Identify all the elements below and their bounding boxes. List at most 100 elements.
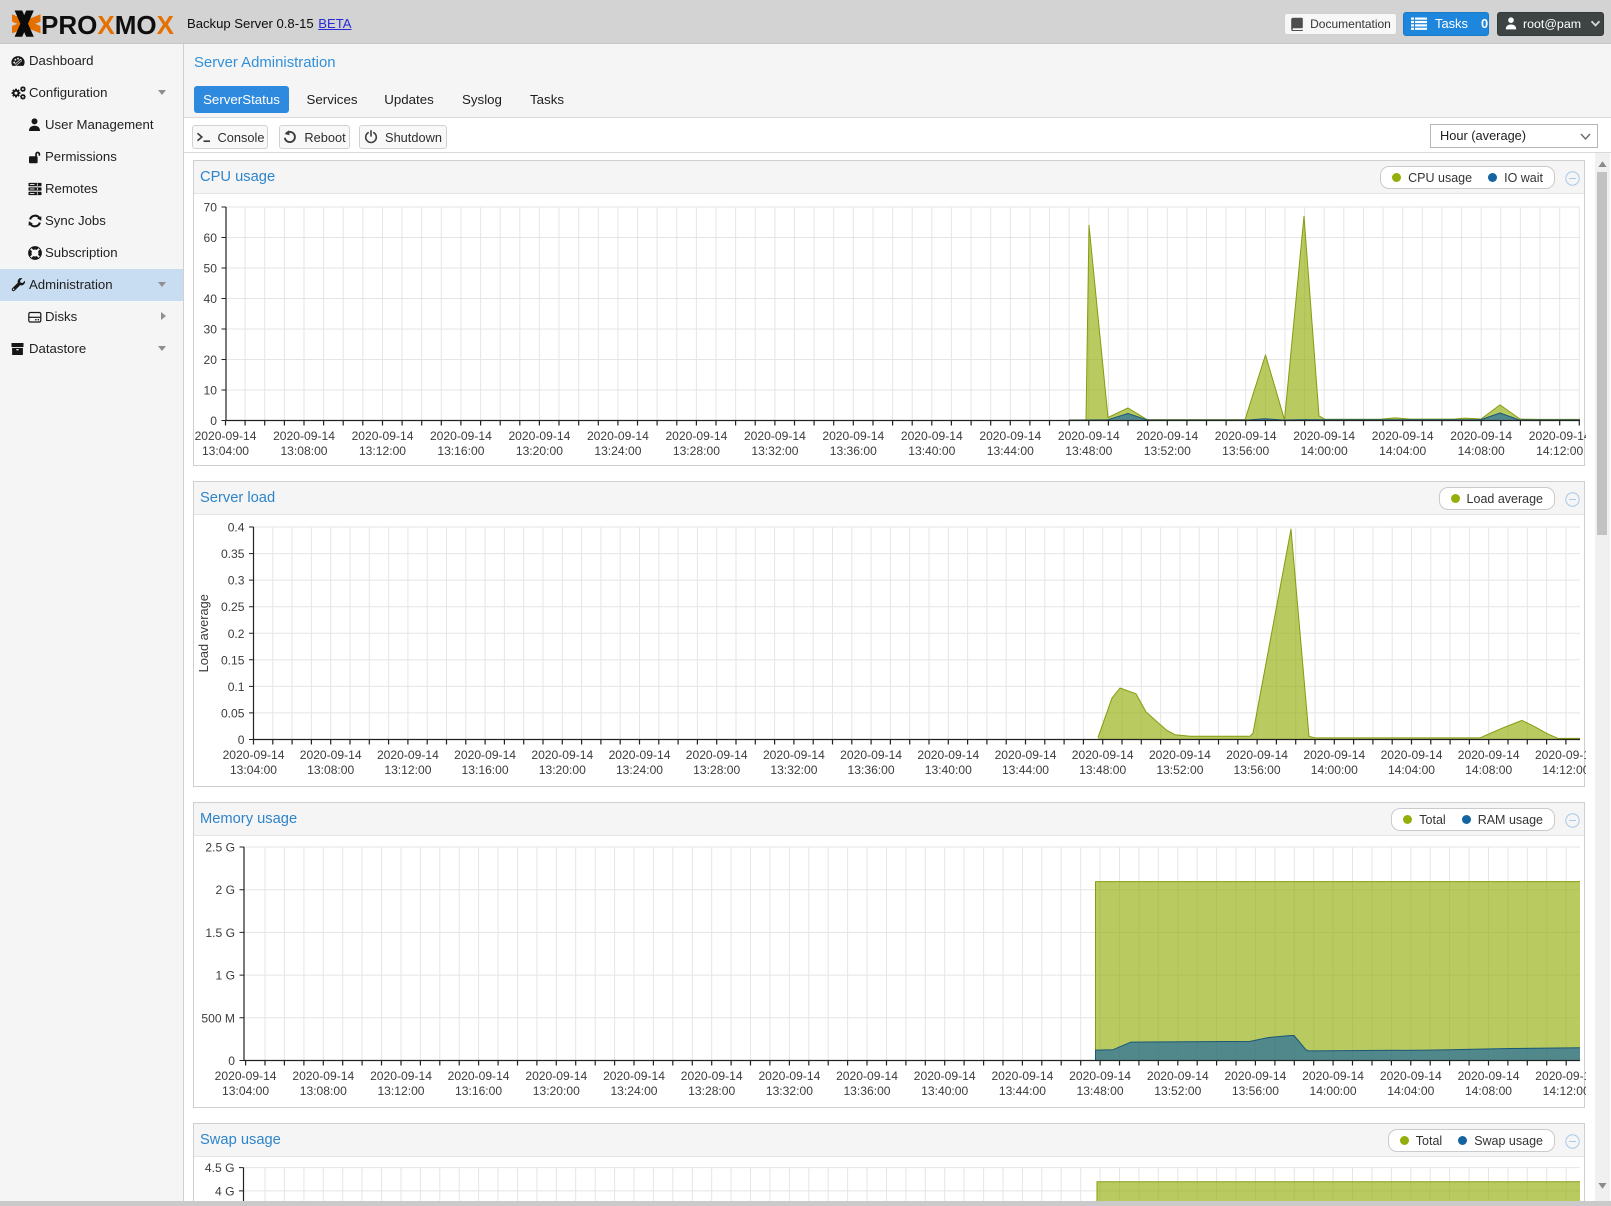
svg-text:0: 0 [238, 733, 245, 747]
svg-text:2020-09-14: 2020-09-14 [1303, 748, 1365, 762]
svg-text:2020-09-14: 2020-09-14 [979, 429, 1041, 443]
svg-text:20: 20 [204, 353, 218, 367]
svg-text:13:52:00: 13:52:00 [1156, 763, 1203, 777]
svg-text:2020-09-14: 2020-09-14 [603, 1069, 665, 1083]
svg-text:2020-09-14: 2020-09-14 [995, 748, 1057, 762]
svg-text:2020-09-14: 2020-09-14 [195, 429, 257, 443]
svg-text:13:32:00: 13:32:00 [766, 1084, 813, 1098]
svg-text:13:48:00: 13:48:00 [1079, 763, 1126, 777]
svg-text:4.5 G: 4.5 G [205, 1161, 235, 1175]
svg-text:0: 0 [210, 414, 217, 428]
svg-text:13:56:00: 13:56:00 [1234, 763, 1281, 777]
svg-text:Load average: Load average [196, 594, 211, 672]
svg-text:4 G: 4 G [215, 1184, 235, 1198]
svg-text:13:04:00: 13:04:00 [230, 763, 277, 777]
svg-text:10: 10 [204, 384, 218, 398]
svg-text:13:52:00: 13:52:00 [1154, 1084, 1201, 1098]
svg-text:2020-09-14: 2020-09-14 [215, 1069, 277, 1083]
svg-text:2020-09-14: 2020-09-14 [665, 429, 727, 443]
svg-text:2020-09-14: 2020-09-14 [914, 1069, 976, 1083]
svg-text:2020-09-14: 2020-09-14 [1458, 1069, 1520, 1083]
svg-text:2020-09-14: 2020-09-14 [822, 429, 884, 443]
svg-text:13:12:00: 13:12:00 [377, 1084, 424, 1098]
svg-text:500 M: 500 M [201, 1011, 235, 1025]
svg-text:2020-09-14: 2020-09-14 [448, 1069, 510, 1083]
svg-text:2020-09-14: 2020-09-14 [508, 429, 570, 443]
svg-text:2020-09-14: 2020-09-14 [352, 429, 414, 443]
svg-text:2020-09-14: 2020-09-14 [370, 1069, 432, 1083]
svg-text:2020-09-14: 2020-09-14 [587, 429, 649, 443]
svg-text:2020-09-14: 2020-09-14 [273, 429, 335, 443]
svg-text:0.3: 0.3 [228, 574, 245, 588]
svg-text:13:48:00: 13:48:00 [1065, 444, 1112, 458]
svg-text:13:04:00: 13:04:00 [202, 444, 249, 458]
svg-text:0.2: 0.2 [228, 627, 245, 641]
svg-text:13:36:00: 13:36:00 [848, 763, 895, 777]
svg-text:14:08:00: 14:08:00 [1458, 444, 1505, 458]
svg-text:13:08:00: 13:08:00 [307, 763, 354, 777]
svg-text:13:28:00: 13:28:00 [693, 763, 740, 777]
svg-text:13:12:00: 13:12:00 [359, 444, 406, 458]
svg-text:13:32:00: 13:32:00 [751, 444, 798, 458]
svg-text:0.4: 0.4 [228, 521, 245, 535]
svg-text:0.1: 0.1 [228, 680, 245, 694]
svg-text:13:48:00: 13:48:00 [1077, 1084, 1124, 1098]
svg-text:2020-09-14: 2020-09-14 [609, 748, 671, 762]
svg-text:2020-09-14: 2020-09-14 [1535, 1069, 1586, 1083]
svg-text:2020-09-14: 2020-09-14 [1529, 429, 1586, 443]
svg-text:13:32:00: 13:32:00 [770, 763, 817, 777]
svg-text:2020-09-14: 2020-09-14 [1224, 1069, 1286, 1083]
svg-text:13:20:00: 13:20:00 [539, 763, 586, 777]
svg-text:2020-09-14: 2020-09-14 [758, 1069, 820, 1083]
svg-text:2020-09-14: 2020-09-14 [1072, 748, 1134, 762]
svg-text:14:00:00: 14:00:00 [1301, 444, 1348, 458]
svg-text:2020-09-14: 2020-09-14 [1149, 748, 1211, 762]
svg-text:60: 60 [204, 231, 218, 245]
svg-text:2020-09-14: 2020-09-14 [1381, 748, 1443, 762]
svg-text:2020-09-14: 2020-09-14 [1458, 748, 1520, 762]
svg-text:2020-09-14: 2020-09-14 [531, 748, 593, 762]
svg-text:2020-09-14: 2020-09-14 [1380, 1069, 1442, 1083]
svg-text:14:04:00: 14:04:00 [1387, 1084, 1434, 1098]
svg-text:13:24:00: 13:24:00 [610, 1084, 657, 1098]
svg-text:13:44:00: 13:44:00 [1002, 763, 1049, 777]
svg-text:13:36:00: 13:36:00 [830, 444, 877, 458]
svg-text:2020-09-14: 2020-09-14 [917, 748, 979, 762]
svg-text:40: 40 [204, 292, 218, 306]
svg-text:2020-09-14: 2020-09-14 [744, 429, 806, 443]
svg-text:13:40:00: 13:40:00 [921, 1084, 968, 1098]
svg-text:13:28:00: 13:28:00 [688, 1084, 735, 1098]
svg-text:2020-09-14: 2020-09-14 [300, 748, 362, 762]
svg-text:13:16:00: 13:16:00 [437, 444, 484, 458]
svg-text:30: 30 [204, 323, 218, 337]
svg-text:2020-09-14: 2020-09-14 [1450, 429, 1512, 443]
svg-text:14:12:00: 14:12:00 [1543, 1084, 1586, 1098]
svg-text:50: 50 [204, 262, 218, 276]
svg-text:2020-09-14: 2020-09-14 [763, 748, 825, 762]
svg-text:13:04:00: 13:04:00 [222, 1084, 269, 1098]
svg-text:14:00:00: 14:00:00 [1310, 1084, 1357, 1098]
svg-text:2020-09-14: 2020-09-14 [1215, 429, 1277, 443]
svg-text:2020-09-14: 2020-09-14 [686, 748, 748, 762]
svg-text:14:08:00: 14:08:00 [1465, 763, 1512, 777]
svg-text:2020-09-14: 2020-09-14 [901, 429, 963, 443]
svg-text:2020-09-14: 2020-09-14 [1147, 1069, 1209, 1083]
svg-text:0.15: 0.15 [221, 653, 245, 667]
svg-text:70: 70 [204, 201, 218, 215]
svg-text:0.25: 0.25 [221, 600, 245, 614]
svg-text:2.5 G: 2.5 G [205, 841, 235, 855]
svg-text:2020-09-14: 2020-09-14 [1226, 748, 1288, 762]
svg-text:2020-09-14: 2020-09-14 [1535, 748, 1586, 762]
svg-text:14:12:00: 14:12:00 [1536, 444, 1583, 458]
svg-text:14:00:00: 14:00:00 [1311, 763, 1358, 777]
svg-text:2020-09-14: 2020-09-14 [430, 429, 492, 443]
svg-text:0: 0 [228, 1054, 235, 1068]
svg-text:13:36:00: 13:36:00 [843, 1084, 890, 1098]
svg-text:13:20:00: 13:20:00 [533, 1084, 580, 1098]
svg-text:2020-09-14: 2020-09-14 [1058, 429, 1120, 443]
svg-text:1.5 G: 1.5 G [205, 926, 235, 940]
svg-text:2020-09-14: 2020-09-14 [681, 1069, 743, 1083]
svg-text:1 G: 1 G [216, 969, 236, 983]
svg-text:14:04:00: 14:04:00 [1388, 763, 1435, 777]
svg-text:2020-09-14: 2020-09-14 [1302, 1069, 1364, 1083]
